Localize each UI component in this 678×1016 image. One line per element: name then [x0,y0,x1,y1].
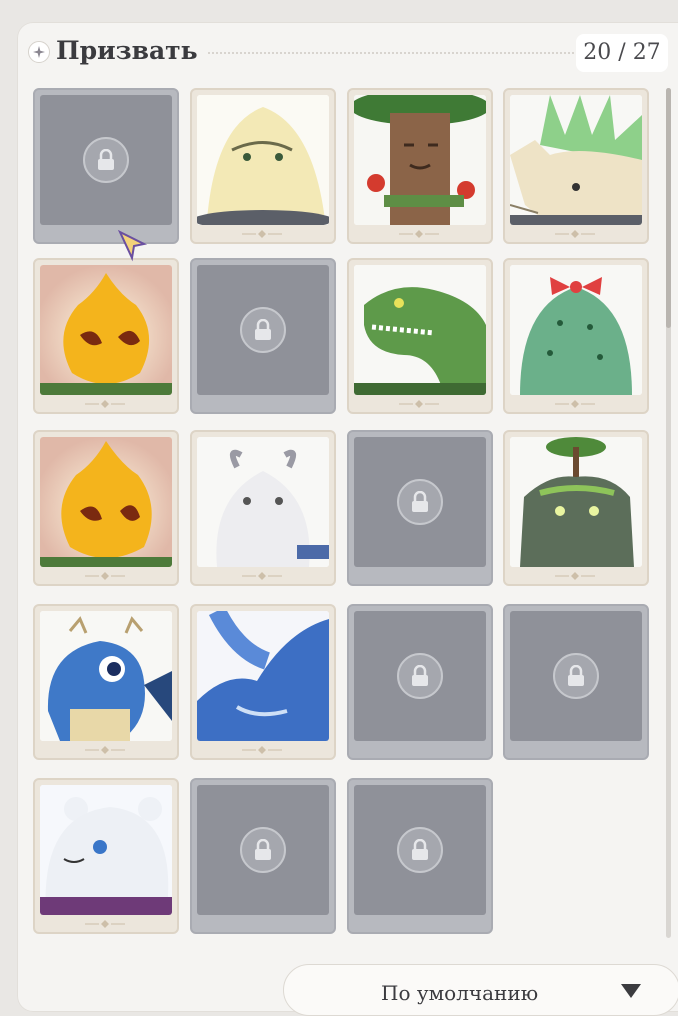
card-ornament [85,920,125,928]
sort-dropdown[interactable]: По умолчанию [283,964,678,1016]
summon-card[interactable] [503,88,649,244]
rock-golem-creature [510,437,642,567]
card-art [197,265,329,395]
card-ornament [242,572,282,580]
lock-icon [397,479,443,525]
summon-card[interactable] [33,778,179,934]
sparkle-icon [28,41,50,63]
sort-dropdown-label: По умолчанию [381,981,539,1005]
card-ornament [555,572,595,580]
lock-icon [553,653,599,699]
blue-whale-creature [197,611,329,741]
green-dinosaur-creature [354,265,486,395]
summon-card-locked[interactable] [190,258,336,414]
card-ornament [242,230,282,238]
card-art [354,785,486,915]
summon-card[interactable] [190,430,336,586]
summon-card[interactable] [33,258,179,414]
lock-icon [83,137,129,183]
card-art [354,437,486,567]
scrollbar-thumb[interactable] [666,88,671,328]
summon-card[interactable] [33,604,179,760]
fire-spirit-creature [40,437,172,567]
summon-card[interactable] [347,88,493,244]
scrollbar[interactable] [666,88,671,938]
lock-icon [397,827,443,873]
summon-card[interactable] [190,88,336,244]
summon-card[interactable] [503,258,649,414]
white-bear-creature [40,785,172,915]
fire-spirit-creature [40,265,172,395]
card-ornament [85,400,125,408]
header-divider [208,52,578,54]
tree-stump-creature [354,95,486,225]
summon-card[interactable] [347,258,493,414]
blue-dragon-creature [40,611,172,741]
summon-card-locked[interactable] [190,778,336,934]
selection-cursor-icon [117,229,148,262]
card-ornament [85,572,125,580]
collection-counter: 20 / 27 [576,34,668,72]
triangle-down-icon [621,984,641,998]
cactus-creature [510,265,642,395]
white-goat-creature [197,437,329,567]
summon-card[interactable] [190,604,336,760]
card-ornament [555,230,595,238]
card-art [354,611,486,741]
card-art [510,611,642,741]
summon-card[interactable] [33,430,179,586]
leaf-hedgehog-creature [510,95,642,225]
panel-header: Призвать 20 / 27 [28,34,668,74]
page-title: Призвать [56,36,198,65]
summon-card[interactable] [503,430,649,586]
summon-card-locked[interactable] [347,778,493,934]
yellow-blob-creature [197,95,329,225]
card-ornament [399,230,439,238]
lock-icon [397,653,443,699]
card-art [197,785,329,915]
card-ornament [242,746,282,754]
card-ornament [555,400,595,408]
card-art [40,95,172,225]
summon-card-locked[interactable] [33,88,179,244]
summon-card-locked[interactable] [347,430,493,586]
card-ornament [399,400,439,408]
summon-card-locked[interactable] [347,604,493,760]
lock-icon [240,827,286,873]
card-ornament [85,746,125,754]
lock-icon [240,307,286,353]
summon-card-locked[interactable] [503,604,649,760]
